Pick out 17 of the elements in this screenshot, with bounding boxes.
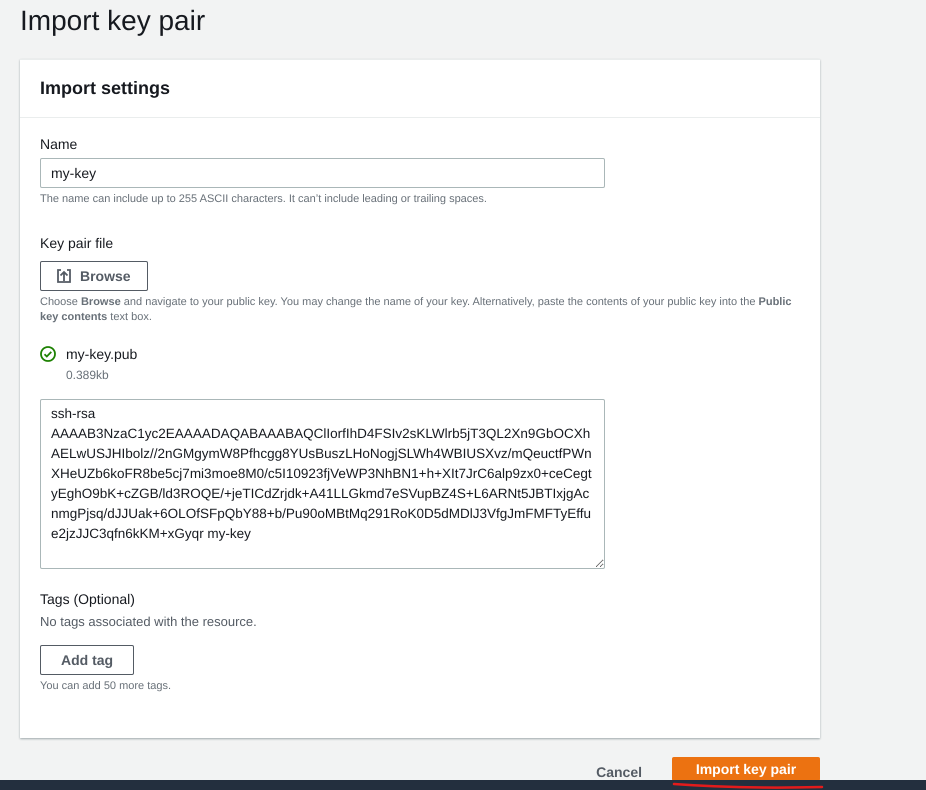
- upload-icon: [57, 269, 71, 283]
- field-label: Name: [40, 135, 78, 154]
- panel-title: Import settings: [40, 78, 172, 99]
- field-label: Tags (Optional): [40, 590, 136, 609]
- browse-button[interactable]: Browse: [40, 261, 148, 291]
- empty-tags-text: No tags associated with the resource.: [40, 614, 258, 629]
- file-name: my-key.pub: [66, 346, 138, 362]
- cancel-button[interactable]: Cancel: [596, 764, 642, 780]
- add-tag-button[interactable]: Add tag: [40, 645, 134, 675]
- page-title: Import key pair: [19, 4, 206, 38]
- field-hint: Choose Browse and navigate to your public key. You may change the name of your key. Alternatively, paste the contents of your public key into the Public key contents text box.: [40, 295, 793, 325]
- name-field[interactable]: my-key: [40, 158, 605, 188]
- field-hint: You can add 50 more tags.: [40, 679, 172, 694]
- field-label: Key pair file: [40, 234, 114, 253]
- public-key-field[interactable]: ssh-rsa AAAAB3NzaC1yc2EAAAADAQABAAABAQClIorfIhD4FSIv2sKLWlrb5jT3QL2Xn9GbOCXhAELwUSJHIbolz//2nGMgymW8Pfhcgg8YUsBuszLHoNogjSLWh4WBIUSXvz/mQeuctfPWnXHeUZb6koFR8be5cj7mi3moe8M0/c5I10923fjVeWP3NhBN1+h+XIt7JrC6alp9zx0+ceCegtyEghO9bK+cZGB/ld3ROQE/+jeTICdZrjdk+A41LLGkmd7eSVupBZ4S+L6ARNt5JBTIxjgAcnmgPjsq/dJJUak+6OLOfSFpQbY88+b/Pu90oMBtMq291RoK0D5dMDlJ3VfgJmFMFTyEffue2jzJJC3qfn6kKM+xGyqr my-key: [40, 399, 605, 569]
- file-size: 0.389kb: [66, 368, 110, 382]
- field-hint: The name can include up to 255 ASCII characters. It can’t include leading or trailing spaces.: [40, 192, 488, 207]
